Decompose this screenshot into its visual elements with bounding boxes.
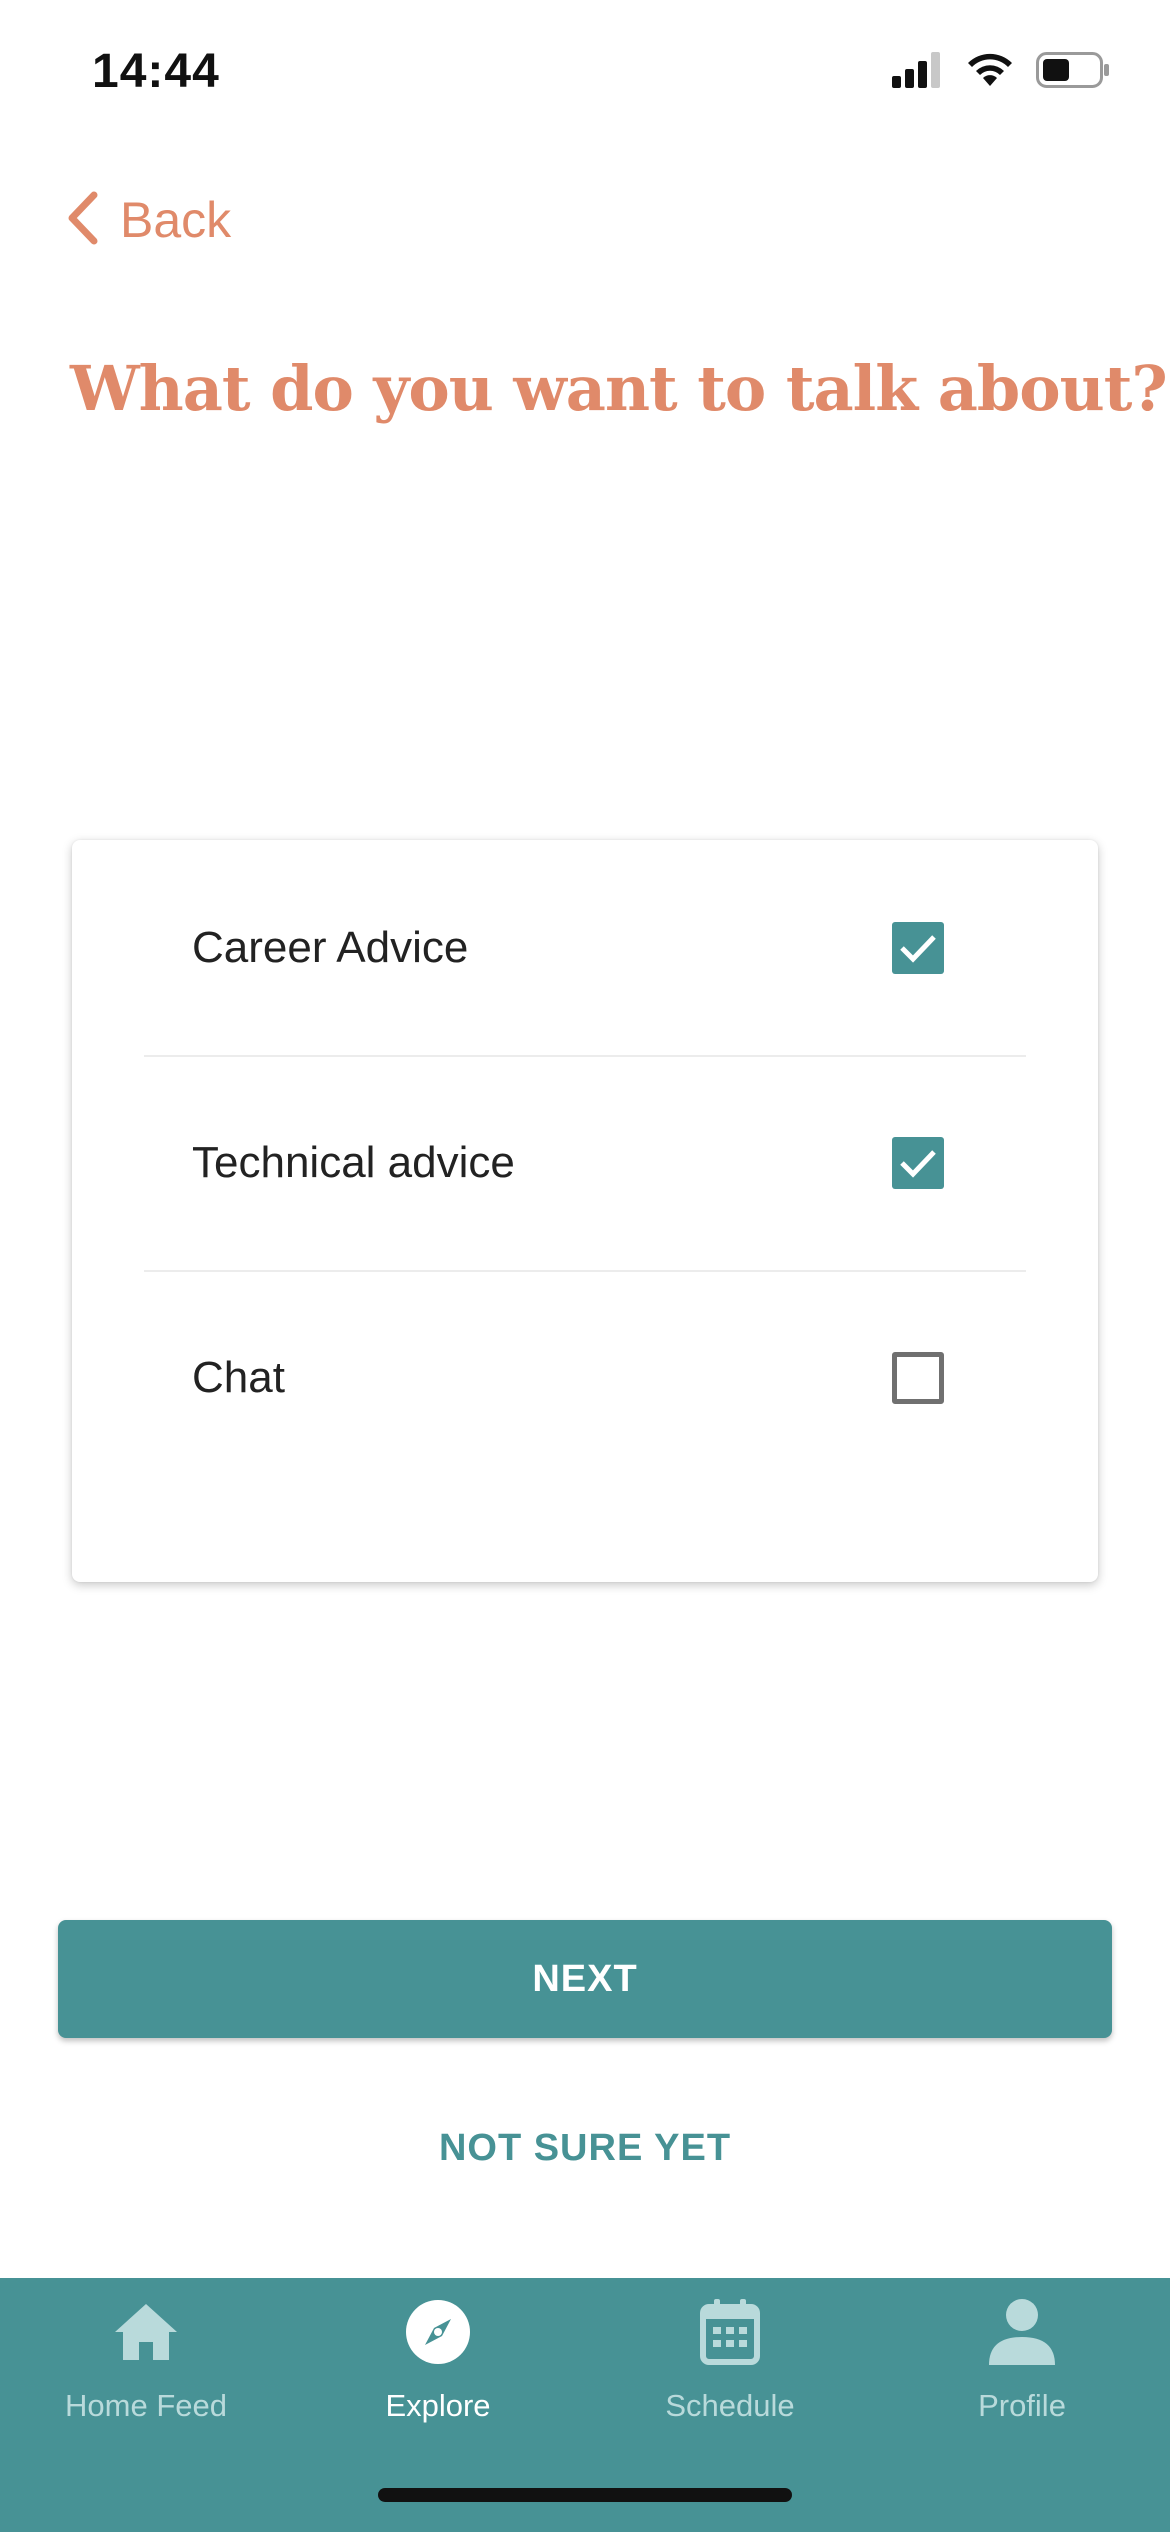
back-button[interactable]: Back: [66, 180, 231, 260]
wifi-icon: [966, 52, 1014, 93]
calendar-icon: [700, 2294, 760, 2370]
option-career-advice[interactable]: Career Advice: [144, 840, 1026, 1057]
home-indicator[interactable]: [378, 2488, 792, 2502]
tab-schedule[interactable]: Schedule: [584, 2278, 876, 2438]
tab-label: Explore: [385, 2388, 491, 2423]
status-time: 14:44: [92, 45, 220, 98]
cellular-signal-icon: [892, 52, 944, 93]
home-icon: [113, 2294, 179, 2370]
not-sure-yet-label: NOT SURE YET: [438, 2126, 732, 2169]
tab-label: Home Feed: [65, 2388, 227, 2423]
option-label: Technical advice: [192, 1137, 515, 1187]
checkmark-icon: [900, 1149, 936, 1178]
option-chat[interactable]: Chat: [144, 1270, 1026, 1485]
not-sure-yet-button[interactable]: NOT SURE YET: [385, 2110, 785, 2186]
option-label: Chat: [192, 1352, 285, 1402]
status-bar: 14:44: [0, 0, 1170, 140]
option-label: Career Advice: [192, 922, 469, 972]
compass-icon: [405, 2294, 471, 2370]
status-icons: [892, 52, 1110, 93]
checkbox-technical-advice[interactable]: [892, 1136, 944, 1189]
back-label: Back: [120, 192, 232, 248]
person-icon: [987, 2294, 1057, 2370]
topics-card: Career Advice Technical advice Chat: [72, 840, 1098, 1582]
tab-profile[interactable]: Profile: [876, 2278, 1168, 2438]
chevron-left-icon: [66, 191, 100, 250]
tab-label: Profile: [978, 2388, 1066, 2423]
next-button[interactable]: NEXT: [58, 1920, 1112, 2038]
checkbox-chat[interactable]: [892, 1351, 944, 1404]
battery-icon: [1036, 52, 1110, 93]
tab-explore[interactable]: Explore: [292, 2278, 584, 2438]
next-label: NEXT: [532, 1957, 638, 2000]
checkbox-career-advice[interactable]: [892, 921, 944, 974]
tab-home-feed[interactable]: Home Feed: [0, 2278, 292, 2438]
option-technical-advice[interactable]: Technical advice: [144, 1055, 1026, 1272]
page-title: What do you want to talk about?: [70, 352, 1168, 425]
tab-label: Schedule: [665, 2388, 795, 2423]
checkmark-icon: [900, 934, 936, 963]
